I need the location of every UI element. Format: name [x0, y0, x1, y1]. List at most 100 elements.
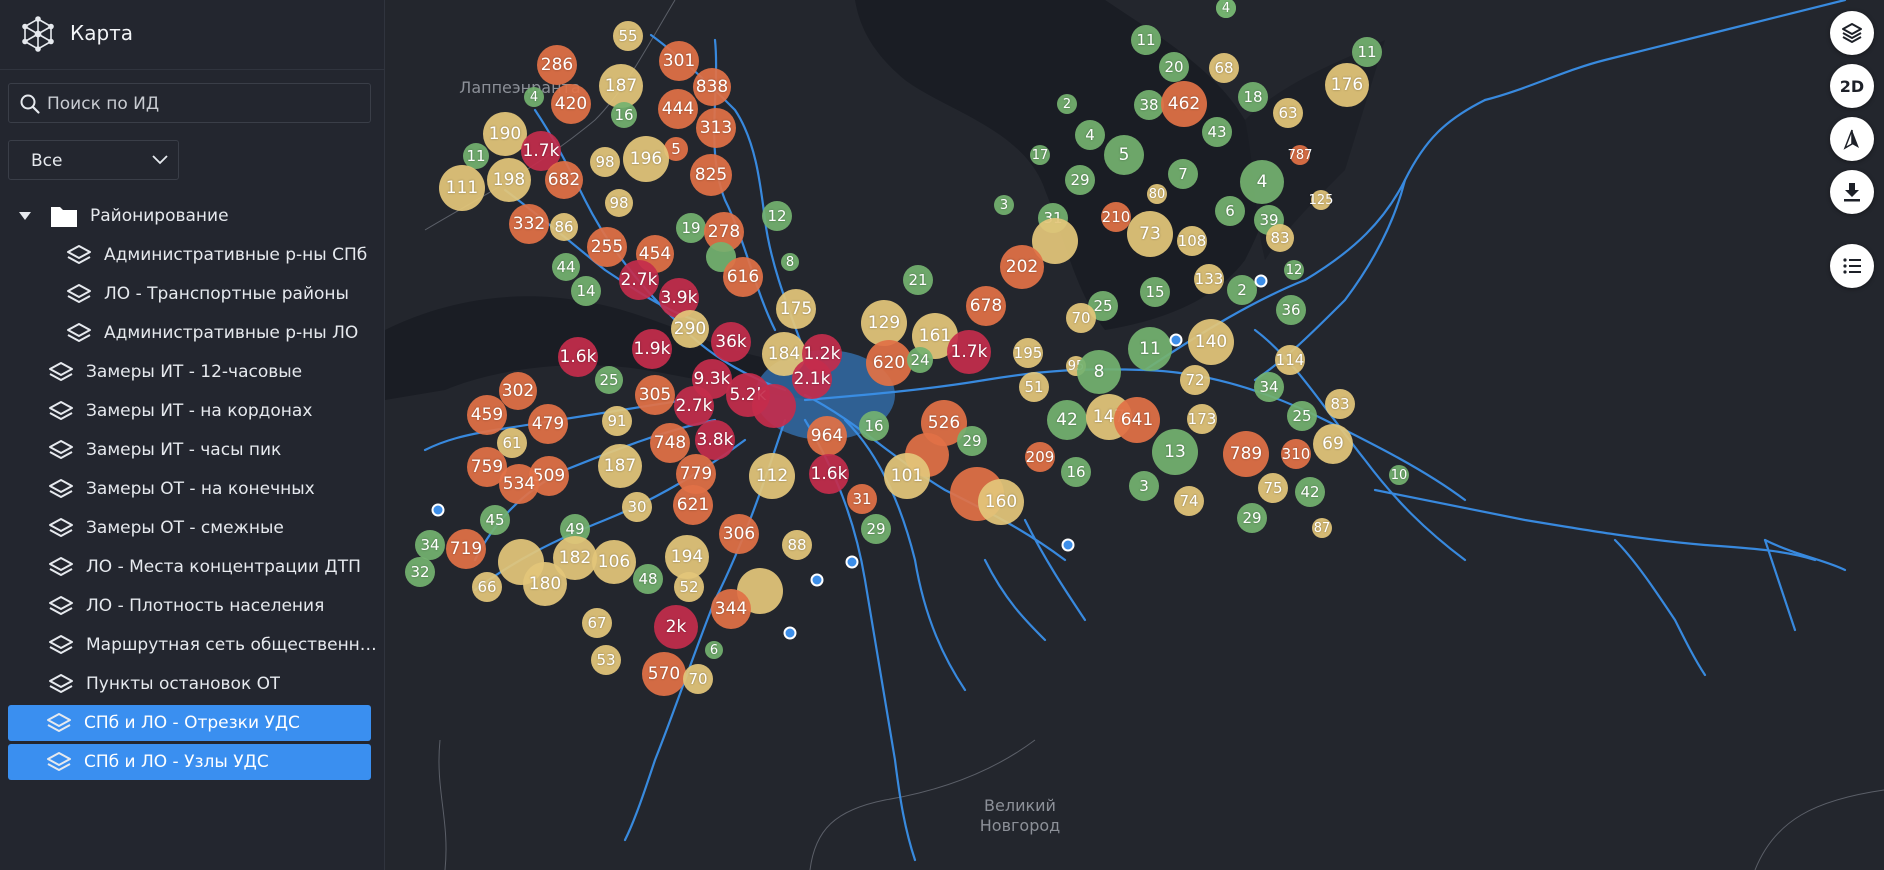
cluster-marker[interactable]: 36: [1276, 295, 1306, 325]
cluster-marker[interactable]: 290: [671, 310, 709, 348]
cluster-marker[interactable]: 2: [1227, 275, 1257, 305]
cluster-marker[interactable]: 459: [467, 395, 507, 435]
cluster-marker[interactable]: 301: [659, 41, 699, 81]
cluster-marker[interactable]: 3: [994, 195, 1014, 215]
cluster-marker[interactable]: 787: [1288, 145, 1312, 165]
cluster-marker[interactable]: 12: [762, 201, 792, 231]
tree-layer-item[interactable]: Маршрутная сеть общественно...: [18, 627, 378, 663]
cluster-marker[interactable]: 306: [719, 514, 759, 554]
cluster-marker[interactable]: 11: [1352, 37, 1382, 67]
cluster-marker[interactable]: 112: [749, 453, 795, 499]
cluster-marker[interactable]: 91: [602, 406, 632, 436]
cluster-marker[interactable]: 42: [1047, 400, 1087, 440]
road-node-marker[interactable]: [431, 503, 445, 517]
cluster-marker[interactable]: 19: [676, 213, 706, 243]
cluster-marker[interactable]: 2.7k: [619, 260, 659, 300]
cluster-marker[interactable]: 25: [595, 366, 623, 394]
compass-button[interactable]: [1830, 117, 1874, 161]
cluster-marker[interactable]: 74: [1174, 486, 1204, 516]
caret-down-icon[interactable]: [18, 211, 32, 221]
cluster-marker[interactable]: 1.7k: [947, 330, 991, 374]
cluster-marker[interactable]: 24: [907, 347, 933, 373]
road-node-marker[interactable]: [845, 555, 859, 569]
cluster-marker[interactable]: 173: [1187, 404, 1217, 434]
cluster-marker[interactable]: 4: [524, 87, 544, 107]
cluster-marker[interactable]: 36k: [711, 322, 751, 362]
search-box[interactable]: [8, 83, 371, 124]
cluster-marker[interactable]: 310: [1281, 439, 1311, 469]
cluster-marker[interactable]: 129: [861, 300, 907, 346]
cluster-marker[interactable]: 88: [782, 530, 812, 560]
cluster-marker[interactable]: 11: [1128, 327, 1172, 371]
cluster-marker[interactable]: 31: [847, 484, 877, 514]
cluster-marker[interactable]: 68: [1209, 53, 1239, 83]
cluster-marker[interactable]: 180: [523, 562, 567, 606]
cluster-marker[interactable]: 17: [1030, 145, 1050, 165]
cluster-marker[interactable]: 69: [1313, 424, 1353, 464]
cluster-marker[interactable]: 13: [1152, 429, 1198, 475]
cluster-marker[interactable]: 52: [674, 572, 704, 602]
cluster-marker[interactable]: 70: [683, 664, 713, 694]
cluster-marker[interactable]: 8: [1077, 350, 1121, 394]
cluster-marker[interactable]: 3: [1129, 471, 1159, 501]
cluster-marker[interactable]: 67: [582, 608, 612, 638]
cluster-marker[interactable]: 534: [499, 464, 539, 504]
cluster-marker[interactable]: 73: [1127, 211, 1173, 257]
cluster-marker[interactable]: 63: [1273, 98, 1303, 128]
cluster-marker[interactable]: 789: [1223, 431, 1269, 477]
cluster-marker[interactable]: [752, 384, 796, 428]
cluster-marker[interactable]: 45: [480, 505, 510, 535]
cluster-marker[interactable]: 34: [415, 530, 445, 560]
tree-subitem[interactable]: Административные р-ны ЛО: [66, 315, 378, 351]
search-input[interactable]: [45, 84, 359, 124]
cluster-marker[interactable]: 825: [690, 154, 732, 196]
cluster-marker[interactable]: 25: [1287, 401, 1317, 431]
cluster-marker[interactable]: 29: [1065, 165, 1095, 195]
cluster-marker[interactable]: 29: [1237, 503, 1267, 533]
cluster-marker[interactable]: 4: [1075, 120, 1105, 150]
cluster-marker[interactable]: 32: [405, 557, 435, 587]
cluster-marker[interactable]: 209: [1025, 442, 1055, 472]
cluster-marker[interactable]: 29: [957, 426, 987, 456]
tree-layer-item[interactable]: Пункты остановок ОТ: [18, 666, 378, 702]
cluster-marker[interactable]: 176: [1325, 63, 1369, 107]
cluster-marker[interactable]: 42: [1295, 477, 1325, 507]
cluster-marker[interactable]: 101: [884, 453, 930, 499]
cluster-marker[interactable]: 964: [807, 416, 847, 456]
cluster-marker[interactable]: 305: [635, 375, 675, 415]
cluster-marker[interactable]: 1.9k: [632, 329, 672, 369]
road-node-marker[interactable]: [810, 573, 824, 587]
cluster-marker[interactable]: 34: [1254, 372, 1284, 402]
cluster-marker[interactable]: 2: [1057, 94, 1077, 114]
cluster-marker[interactable]: 1.6k: [558, 337, 598, 377]
cluster-marker[interactable]: 1.6k: [809, 454, 849, 494]
tree-layer-item[interactable]: Замеры ОТ - смежные: [18, 510, 378, 546]
cluster-marker[interactable]: 6: [705, 641, 723, 659]
cluster-marker[interactable]: 44: [552, 253, 580, 281]
cluster-marker[interactable]: 7: [1168, 159, 1198, 189]
road-node-marker[interactable]: [1061, 538, 1075, 552]
cluster-marker[interactable]: 98: [590, 147, 620, 177]
cluster-marker[interactable]: 108: [1177, 226, 1207, 256]
cluster-marker[interactable]: 570: [642, 652, 686, 696]
cluster-marker[interactable]: 255: [587, 227, 627, 267]
road-node-marker[interactable]: [1254, 274, 1268, 288]
cluster-marker[interactable]: 72: [1180, 365, 1210, 395]
cluster-marker[interactable]: 29: [861, 514, 891, 544]
cluster-marker[interactable]: 198: [487, 158, 531, 202]
cluster-marker[interactable]: 678: [966, 286, 1006, 326]
cluster-marker[interactable]: 30: [622, 492, 652, 522]
cluster-marker[interactable]: 5: [1104, 135, 1144, 175]
cluster-marker[interactable]: 83: [1266, 224, 1294, 252]
cluster-marker[interactable]: 719: [446, 529, 486, 569]
tree-layer-item[interactable]: ЛО - Места концентрации ДТП: [18, 549, 378, 585]
cluster-marker[interactable]: 14: [571, 276, 601, 306]
tree-subitem[interactable]: Административные р-ны СПб: [66, 237, 378, 273]
tree-layer-item[interactable]: Замеры ИТ - часы пик: [18, 432, 378, 468]
cluster-marker[interactable]: 53: [591, 645, 621, 675]
cluster-marker[interactable]: 51: [1019, 372, 1049, 402]
cluster-marker[interactable]: 210: [1101, 202, 1131, 232]
cluster-marker[interactable]: 682: [545, 161, 583, 199]
tree-group-rayonirovanie[interactable]: Районирование: [18, 198, 378, 234]
cluster-marker[interactable]: 80: [1147, 184, 1167, 204]
